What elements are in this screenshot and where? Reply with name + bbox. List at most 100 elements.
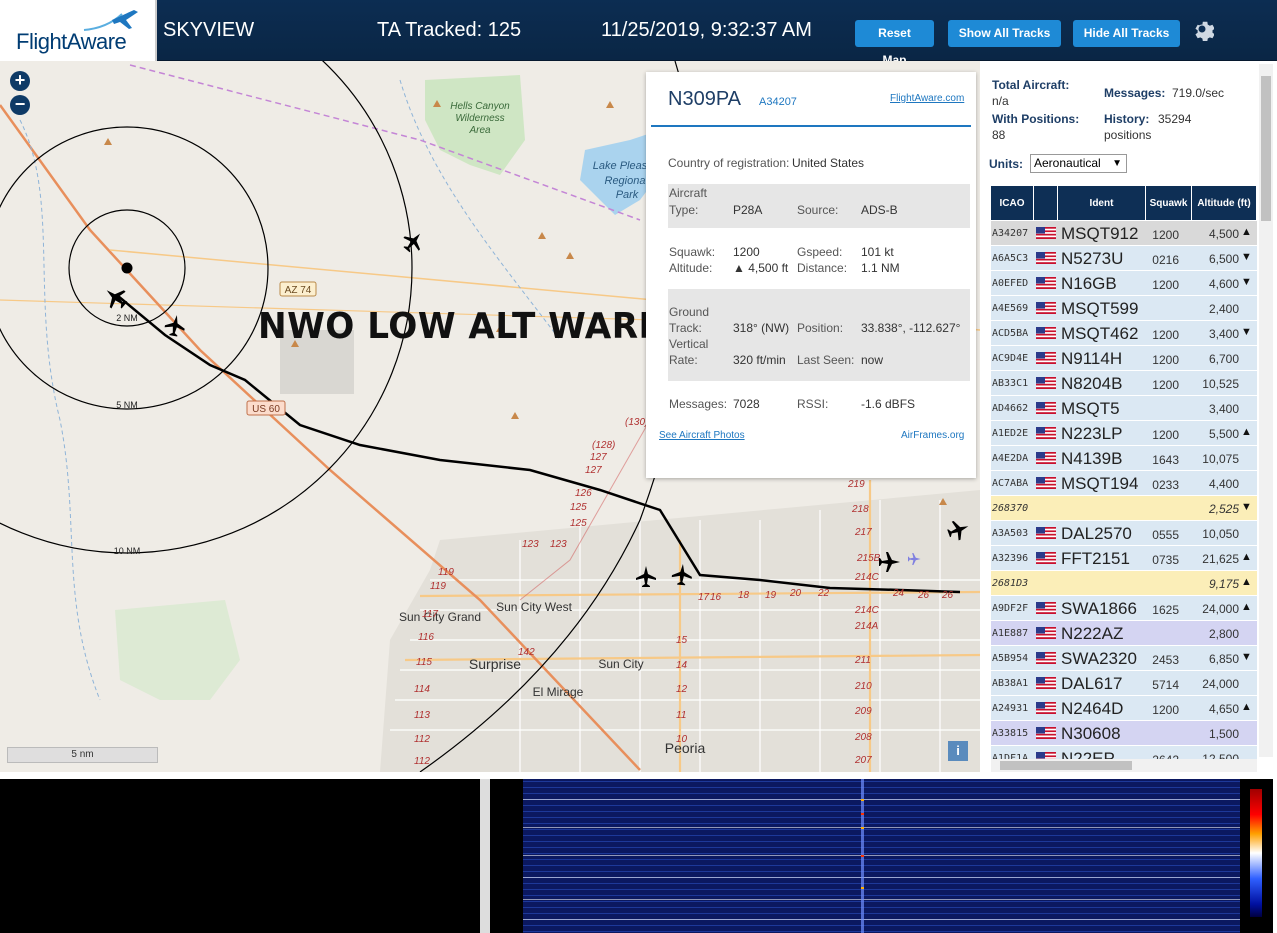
svg-text:115: 115 [416, 657, 432, 668]
us-flag-icon [1036, 677, 1056, 689]
col-ident[interactable]: Ident [1058, 186, 1146, 220]
table-row[interactable]: A0EFED N16GB 1200 4,600 ▼ [991, 271, 1257, 296]
vertical-scroll-thumb[interactable] [1261, 76, 1271, 221]
row-ident: MSQT194 [1061, 474, 1139, 493]
track-value: 318° (NW) [733, 321, 790, 335]
table-row[interactable]: A6A5C3 N5273U 0216 6,500 ▼ [991, 246, 1257, 271]
table-row[interactable]: AB38A1 DAL617 5714 24,000 [991, 671, 1257, 696]
svg-text:11: 11 [676, 710, 686, 721]
flightaware-link[interactable]: FlightAware.com [890, 93, 964, 104]
svg-text:211: 211 [854, 655, 871, 666]
airframes-link[interactable]: AirFrames.org [901, 430, 964, 441]
units-select[interactable]: Aeronautical ▼ [1030, 154, 1127, 173]
svg-text:218: 218 [851, 504, 869, 515]
row-icao: ACD5BA [992, 328, 1029, 339]
svg-text:Regiona: Regiona [605, 175, 646, 187]
row-vertical-trend: ▼ [1241, 276, 1252, 288]
row-altitude: 10,075 [1202, 452, 1239, 466]
us-flag-icon [1036, 627, 1056, 639]
table-row[interactable]: A24931 N2464D 1200 4,650 ▲ [991, 696, 1257, 721]
svg-text:(128): (128) [592, 440, 615, 451]
svg-text:125: 125 [570, 502, 587, 513]
row-vertical-trend: ▲ [1241, 426, 1252, 438]
row-ident: DAL2570 [1061, 524, 1132, 543]
country-label: Country of registration: [668, 156, 790, 170]
row-icao: A1ED2E [992, 428, 1029, 439]
row-ident: N22EP [1061, 749, 1115, 759]
svg-text:127: 127 [590, 452, 607, 463]
table-row[interactable]: A3A503 DAL2570 0555 10,050 [991, 521, 1257, 546]
row-icao: A1E887 [992, 628, 1029, 639]
svg-text:123: 123 [522, 539, 539, 550]
table-row[interactable]: AC7ABA MSQT194 0233 4,400 [991, 471, 1257, 496]
svg-text:214C: 214C [854, 572, 880, 583]
table-row[interactable]: A34207 MSQT912 1200 4,500 ▲ [991, 221, 1257, 246]
table-row[interactable]: AB33C1 N8204B 1200 10,525 [991, 371, 1257, 396]
table-row[interactable]: A5B954 SWA2320 2453 6,850 ▼ [991, 646, 1257, 671]
row-squawk: 0216 [1152, 253, 1179, 267]
us-flag-icon [1036, 352, 1056, 364]
info-button[interactable]: i [948, 741, 968, 761]
history-unit: positions [1104, 128, 1152, 142]
svg-text:114: 114 [414, 684, 430, 695]
table-row[interactable]: A33815 N30608 1,500 [991, 721, 1257, 746]
top-bar: FlightAware SKYVIEW TA Tracked: 125 11/2… [0, 0, 1277, 67]
msg-value: 7028 [733, 397, 760, 411]
table-row[interactable]: 268370 2,525 ▼ [991, 496, 1257, 521]
table-row[interactable]: 2681D3 9,175 ▲ [991, 571, 1257, 596]
distance-label: Distance: [797, 261, 848, 275]
aircraft-photos-link[interactable]: See Aircraft Photos [659, 430, 745, 441]
col-squawk[interactable]: Squawk [1146, 186, 1192, 220]
show-all-tracks-button[interactable]: Show All Tracks [948, 20, 1061, 47]
svg-text:142: 142 [518, 647, 535, 658]
row-vertical-trend: ▲ [1241, 226, 1252, 238]
table-row[interactable]: AD4662 MSQT5 3,400 [991, 396, 1257, 421]
svg-text:219: 219 [847, 479, 865, 490]
chevron-down-icon: ▼ [1112, 158, 1122, 169]
row-icao: A0EFED [992, 278, 1029, 289]
row-icao: 268370 [992, 503, 1029, 514]
zoom-out-button[interactable]: − [10, 95, 30, 115]
row-icao: AC9D4E [992, 353, 1029, 364]
row-ident: DAL617 [1061, 674, 1123, 693]
svg-text:(130): (130) [625, 417, 648, 428]
row-altitude: 6,700 [1208, 352, 1239, 366]
gspeed-label: Gspeed: [797, 245, 843, 259]
table-row[interactable]: A1E887 N222AZ 2,800 [991, 621, 1257, 646]
row-altitude: 24,000 [1202, 602, 1239, 616]
track-label: Ground [669, 305, 710, 319]
svg-text:16: 16 [710, 592, 722, 603]
col-icao[interactable]: ICAO [991, 186, 1034, 220]
flightaware-logo[interactable]: FlightAware [0, 0, 157, 61]
table-row[interactable]: AC9D4E N9114H 1200 6,700 [991, 346, 1257, 371]
svg-text:19: 19 [765, 590, 777, 601]
zoom-in-button[interactable]: + [10, 71, 30, 91]
row-icao: A4E569 [992, 303, 1029, 314]
table-row[interactable]: ACD5BA MSQT462 1200 3,400 ▼ [991, 321, 1257, 346]
svg-text:El Mirage: El Mirage [533, 685, 584, 699]
us-flag-icon [1036, 427, 1056, 439]
hide-all-tracks-button[interactable]: Hide All Tracks [1073, 20, 1180, 47]
horizontal-scroll-thumb[interactable] [1000, 761, 1132, 770]
lastseen-label: Last Seen: [797, 353, 855, 367]
table-row[interactable]: A32396 FFT2151 0735 21,625 ▲ [991, 546, 1257, 571]
row-altitude: 1,500 [1208, 727, 1239, 741]
col-altitude[interactable]: Altitude (ft) [1192, 186, 1257, 220]
settings-gear-icon[interactable] [1190, 17, 1214, 41]
panel-divider[interactable] [480, 779, 490, 933]
col-flag[interactable] [1034, 186, 1058, 220]
svg-text:116: 116 [418, 632, 434, 643]
svg-text:112: 112 [414, 756, 430, 767]
svg-text:117: 117 [422, 609, 438, 620]
table-row[interactable]: A1ED2E N223LP 1200 5,500 ▲ [991, 421, 1257, 446]
reset-map-button[interactable]: Reset Map [855, 20, 934, 67]
table-row[interactable]: A4E569 MSQT599 2,400 [991, 296, 1257, 321]
track-label-2: Track: [669, 321, 702, 335]
table-row[interactable]: A4E2DA N4139B 1643 10,075 [991, 446, 1257, 471]
svg-text:214C: 214C [854, 605, 880, 616]
row-vertical-trend: ▲ [1241, 701, 1252, 713]
table-row[interactable]: A1DF1AN22EP264212,500 [991, 746, 1257, 759]
table-row[interactable]: A9DF2F SWA1866 1625 24,000 ▲ [991, 596, 1257, 621]
spectrum-waterfall [523, 779, 1240, 933]
row-squawk: 5714 [1152, 678, 1179, 692]
